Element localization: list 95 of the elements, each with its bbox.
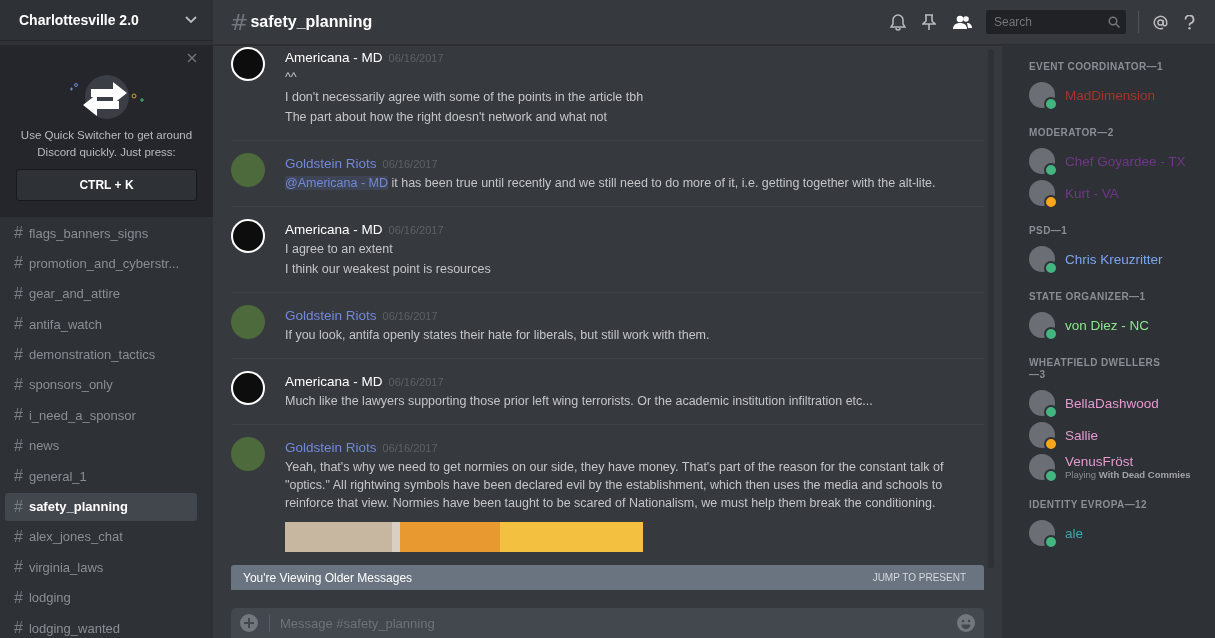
channel-name: lodging_wanted [28, 620, 120, 636]
search-field[interactable]: Search [986, 10, 1126, 34]
channel-name: alex_jones_chat [28, 529, 123, 545]
channel-item[interactable]: # promotion_and_cyberstr... [5, 249, 197, 278]
hash-icon: # [14, 254, 23, 273]
close-icon[interactable] [187, 53, 197, 63]
hash-icon: # [14, 345, 23, 364]
channel-item[interactable]: # general_1 [5, 462, 197, 491]
hash-icon: # [14, 284, 23, 303]
author-name[interactable]: Goldstein Riots [285, 440, 377, 455]
hash-icon: # [14, 224, 23, 242]
older-messages-text: You're Viewing Older Messages [243, 570, 413, 585]
member-name[interactable]: BellaDashwood [1065, 395, 1159, 411]
member-name[interactable]: Chris Kreuzritter [1065, 251, 1163, 267]
member-avatar[interactable] [1029, 520, 1055, 546]
channel-title: safety_planning [250, 13, 374, 31]
author-name[interactable]: Americana - MD [285, 222, 383, 237]
channel-name: virginia_laws [28, 559, 104, 575]
member-avatar[interactable] [1029, 454, 1055, 480]
user-avatar[interactable] [231, 371, 265, 405]
channel-name: safety_planning [28, 499, 128, 514]
message-text: ^^ [285, 69, 298, 86]
channel-item[interactable]: # lodging_wanted [5, 614, 197, 638]
hash-icon: # [14, 315, 23, 334]
message-text: @Americana - MD it has been true until recently and we still need to do more of it, i.e. getting together with the alt-lite. [285, 175, 936, 192]
member-avatar[interactable] [1029, 246, 1055, 272]
hash-icon: # [14, 558, 23, 577]
author-name[interactable]: Goldstein Riots [285, 308, 377, 323]
channel-item[interactable]: # news [5, 431, 197, 460]
channel-item[interactable]: # virginia_laws [5, 553, 197, 582]
user-avatar[interactable] [231, 47, 265, 81]
hash-icon: # [14, 467, 23, 486]
hash-icon: # [14, 375, 23, 394]
hash-icon: # [14, 527, 23, 546]
member-avatar[interactable] [1029, 148, 1055, 174]
message-text: I think our weakest point is resources [285, 261, 491, 278]
role-heading: WHEATFIELD DWELLERS—3 [1029, 357, 1162, 381]
member-avatar[interactable] [1029, 422, 1055, 448]
channel-name: news [28, 438, 60, 454]
role-heading: IDENTITY EVROPA—12 [1029, 499, 1148, 511]
channel-name: lodging [28, 590, 71, 606]
member-avatar[interactable] [1029, 390, 1055, 416]
message-text: Much like the lawyers supporting those prior left wing terrorists. Or the academic institution infiltration etc... [285, 393, 873, 410]
user-avatar[interactable] [231, 219, 265, 253]
channel-item[interactable]: # i_need_a_sponsor [5, 401, 197, 430]
member-name[interactable]: Sallie [1065, 427, 1099, 443]
channel-item[interactable]: # alex_jones_chat [5, 522, 197, 551]
hash-icon: # [14, 436, 23, 455]
channel-name: general_1 [28, 468, 87, 484]
channel-item[interactable]: # sponsors_only [5, 370, 197, 399]
message-text: I don't necessarily agree with some of the points in the article tbh [285, 89, 644, 106]
author-name[interactable]: Americana - MD [285, 374, 383, 389]
channel-name: i_need_a_sponsor [28, 407, 136, 423]
channel-name: antifa_watch [28, 316, 102, 332]
chevron-down-icon[interactable] [185, 16, 197, 24]
member-name[interactable]: von Diez - NC [1065, 317, 1150, 333]
channel-item[interactable]: # flags_banners_signs [5, 219, 197, 247]
channel-name: demonstration_tactics [28, 347, 156, 363]
member-name[interactable]: ale [1065, 525, 1083, 541]
role-heading: MODERATOR—2 [1029, 127, 1115, 139]
search-icon [1108, 16, 1120, 28]
channel-name: promotion_and_cyberstr... [28, 255, 180, 271]
user-mention[interactable]: @Americana - MD [285, 176, 388, 190]
channel-name: sponsors_only [28, 377, 113, 393]
member-avatar[interactable] [1029, 312, 1055, 338]
channel-item[interactable]: # antifa_watch [5, 310, 197, 339]
hash-icon: # [230, 9, 249, 35]
hash-icon: # [14, 588, 23, 607]
author-name[interactable]: Goldstein Riots [285, 156, 377, 171]
message-text: If you look, antifa openly states their hate for liberals, but still work with them. [285, 327, 710, 344]
message-text: Yeah, that's why we need to get normies on our side, they have money. That's part of the reason for the constant talk of "optics." All rightwing symbols have been declared evil by the establishment, which then uses the media and schools to reinforce that view. Normies have been taught to be scared of Nationalism, we must help them break the conditioning. [285, 459, 945, 512]
hash-icon: # [14, 619, 23, 638]
jump-to-present-button[interactable]: JUMP TO PRESENT [866, 571, 972, 584]
server-name[interactable]: Charlottesville 2.0 [19, 12, 139, 28]
author-name[interactable]: Americana - MD [285, 50, 383, 65]
channel-item[interactable]: # lodging [5, 583, 197, 612]
shortcut-button[interactable]: CTRL + K [16, 169, 197, 201]
role-heading: STATE ORGANIZER—1 [1029, 291, 1147, 303]
channel-name: gear_and_attire [28, 286, 120, 302]
hash-icon: # [14, 406, 23, 425]
channel-name: flags_banners_signs [28, 225, 149, 241]
role-heading: PSD—1 [1029, 225, 1069, 237]
hash-icon: # [14, 497, 23, 516]
quick-switcher-text: Use Quick Switcher to get around Discord quickly. Just press: [19, 128, 194, 160]
message-text: The part about how the right doesn't network and what not [285, 109, 609, 126]
member-avatar[interactable] [1029, 180, 1055, 206]
role-heading: EVENT COORDINATOR—1 [1029, 61, 1164, 73]
search-input[interactable]: Search [992, 14, 1104, 30]
channel-item[interactable]: # gear_and_attire [5, 279, 197, 308]
channel-item[interactable]: # demonstration_tactics [5, 340, 197, 369]
member-avatar[interactable] [1029, 82, 1055, 108]
member-name[interactable]: VenusFröst [1065, 454, 1191, 469]
channel-item[interactable]: # safety_planning [5, 492, 197, 521]
member-activity: Playing With Dead Commies [1065, 469, 1191, 480]
message-text: I agree to an extent [285, 241, 394, 258]
